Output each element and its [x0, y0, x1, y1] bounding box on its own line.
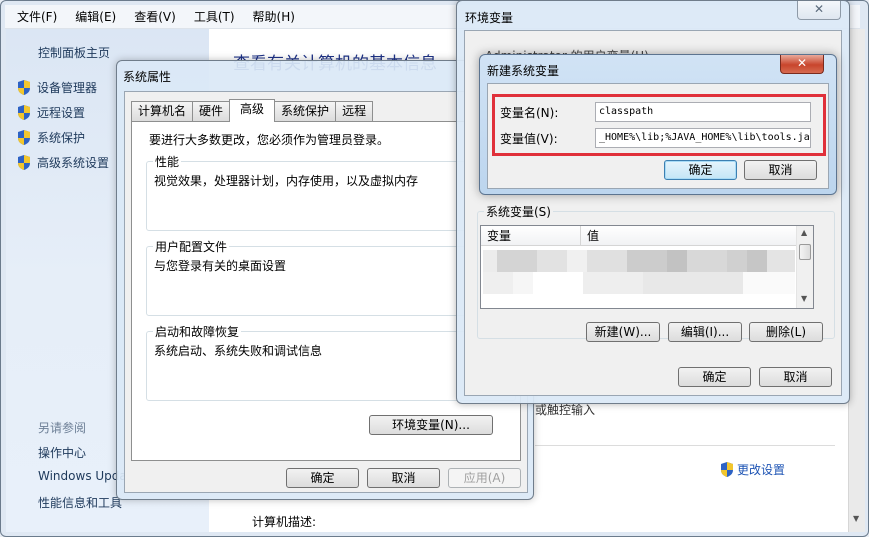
dialog-title: 环境变量 [465, 11, 514, 25]
edit-variable-button[interactable]: 编辑(I)... [668, 322, 742, 342]
variable-name-label: 变量名(N): [500, 106, 559, 120]
menu-tools[interactable]: 工具(T) [194, 8, 235, 25]
sidebar-item-label: 高级系统设置 [37, 156, 110, 170]
tab-hardware[interactable]: 硬件 [192, 101, 231, 121]
system-variables-list[interactable]: 变量 值 ▲ ▼ [480, 225, 814, 309]
tab-advanced[interactable]: 高级 [229, 99, 276, 122]
divider [535, 445, 835, 446]
control-panel-home-link[interactable]: 控制面板主页 [38, 44, 110, 61]
tab-remote[interactable]: 远程 [335, 101, 374, 121]
cancel-button[interactable]: 取消 [744, 160, 817, 180]
change-settings-label: 更改设置 [737, 463, 786, 477]
change-settings-link[interactable]: 更改设置 [719, 461, 785, 478]
close-button[interactable]: ✕ [780, 55, 824, 74]
sidebar-item-label: 设备管理器 [37, 81, 98, 95]
ok-button[interactable]: 确定 [664, 160, 737, 180]
uac-shield-icon [18, 155, 30, 170]
scroll-down-icon[interactable]: ▼ [801, 294, 807, 303]
group-description: 视觉效果，处理器计划，内存使用，以及虚拟内存 [154, 174, 419, 188]
computer-description-label: 计算机描述: [252, 515, 317, 529]
column-variable[interactable]: 变量 [481, 226, 581, 245]
list-row-blurred[interactable] [483, 272, 795, 294]
sidebar-item-remote-settings[interactable]: 远程设置 [16, 104, 85, 121]
apply-button[interactable]: 应用(A) [448, 468, 521, 488]
sidebar-item-system-protection[interactable]: 系统保护 [16, 129, 85, 146]
sidebar-item-advanced-settings[interactable]: 高级系统设置 [16, 154, 109, 171]
group-label: 用户配置文件 [153, 238, 230, 255]
variable-name-input[interactable]: classpath [595, 102, 811, 122]
ok-button[interactable]: 确定 [286, 468, 359, 488]
menu-help[interactable]: 帮助(H) [253, 8, 295, 25]
tab-bar: 计算机名 硬件 高级 系统保护 远程 [131, 99, 374, 122]
group-description: 系统启动、系统失败和调试信息 [154, 344, 323, 358]
cancel-button[interactable]: 取消 [367, 468, 440, 488]
sidebar-item-label: 系统保护 [37, 131, 86, 145]
variable-value-label: 变量值(V): [500, 132, 558, 146]
environment-variables-button[interactable]: 环境变量(N)... [369, 415, 493, 435]
sidebar-item-device-manager[interactable]: 设备管理器 [16, 79, 97, 96]
menu-view[interactable]: 查看(V) [134, 8, 176, 25]
group-label: 启动和故障恢复 [153, 323, 242, 340]
menu-file[interactable]: 文件(F) [17, 8, 57, 25]
column-value[interactable]: 值 [581, 226, 797, 245]
tab-system-protection[interactable]: 系统保护 [274, 101, 337, 121]
close-icon: ✕ [796, 56, 808, 70]
close-button[interactable]: ✕ [797, 1, 841, 20]
dialog-body: 变量名(N): classpath 变量值(V): _HOME%\lib;%JA… [487, 83, 829, 189]
see-also-action-center[interactable]: 操作中心 [38, 444, 86, 461]
scroll-down-icon[interactable]: ▼ [853, 514, 859, 523]
variable-value-input[interactable]: _HOME%\lib;%JAVA_HOME%\lib\tools.jar [595, 128, 811, 148]
scroll-thumb[interactable] [799, 244, 811, 260]
dialog-title: 系统属性 [123, 70, 172, 84]
see-also-heading: 另请参阅 [38, 421, 87, 435]
list-scrollbar[interactable]: ▲ ▼ [796, 226, 813, 308]
uac-shield-icon [18, 80, 30, 95]
see-also-performance-tools[interactable]: 性能信息和工具 [38, 494, 122, 511]
new-variable-button[interactable]: 新建(W)... [586, 322, 660, 342]
dialog-title: 新建系统变量 [487, 64, 560, 78]
uac-shield-icon [18, 105, 30, 120]
menu-edit[interactable]: 编辑(E) [75, 8, 116, 25]
group-description: 与您登录有关的桌面设置 [154, 259, 287, 273]
uac-shield-icon [721, 462, 733, 477]
group-label: 性能 [153, 153, 182, 170]
list-header: 变量 值 [481, 226, 797, 246]
sidebar-item-label: 远程设置 [37, 106, 86, 120]
list-row-blurred[interactable] [483, 250, 795, 272]
ok-button[interactable]: 确定 [678, 367, 751, 387]
admin-note: 要进行大多数更改，您必须作为管理员登录。 [149, 133, 390, 147]
system-variables-label: 系统变量(S) [484, 203, 553, 220]
cancel-button[interactable]: 取消 [759, 367, 832, 387]
scroll-up-icon[interactable]: ▲ [801, 228, 807, 237]
main-scrollbar[interactable]: ▼ [848, 29, 865, 532]
new-system-variable-dialog: 新建系统变量 ✕ 变量名(N): classpath 变量值(V): _HOME… [479, 54, 837, 195]
delete-variable-button[interactable]: 删除(L) [749, 322, 823, 342]
uac-shield-icon [18, 130, 30, 145]
tab-computer-name[interactable]: 计算机名 [131, 101, 194, 121]
close-icon: ✕ [813, 2, 825, 16]
